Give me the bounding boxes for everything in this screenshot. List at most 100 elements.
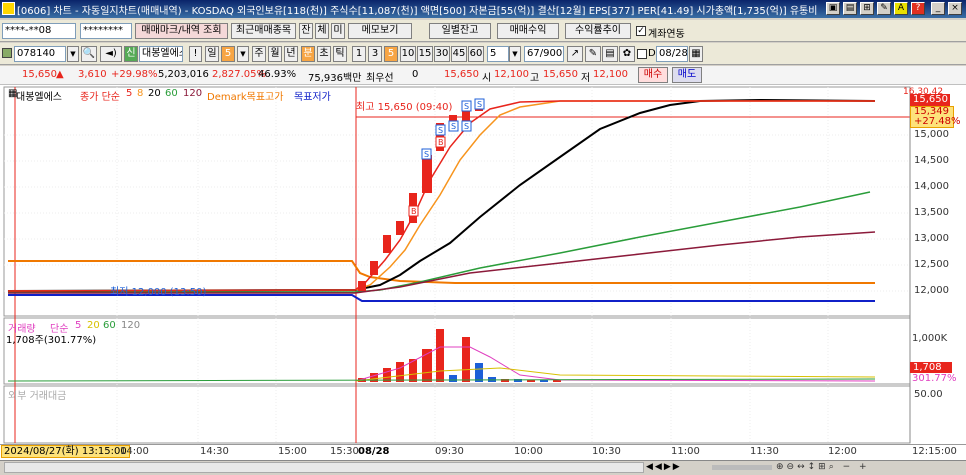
buy-button[interactable]: 매수	[638, 67, 668, 83]
account-link-label: 계좌연동	[648, 29, 685, 40]
minute-button[interactable]: 분	[301, 46, 315, 62]
period-60-button[interactable]: 60	[468, 46, 484, 62]
third-axis-label: 50.00	[914, 389, 943, 400]
horizontal-scrollbar[interactable]	[4, 462, 644, 473]
range-field[interactable]: 67/900	[524, 46, 564, 62]
sell-marker-icon: S	[464, 102, 469, 111]
time-label: 14:00	[120, 446, 149, 457]
memo-button[interactable]: 메모보기	[348, 23, 412, 39]
chart-area[interactable]: B S S B S S S S ▦ 대봉엘에스 종가 단순 5 8 20 60 …	[0, 85, 966, 475]
chart-tool-icons[interactable]: ⊕⊖↔↕⊞⌕ − +	[776, 462, 961, 473]
buy-marker-icon: B	[438, 138, 444, 147]
trade-mark-button[interactable]: 매매마크/내역 조회	[135, 23, 228, 39]
month-button[interactable]: 월	[268, 46, 282, 62]
account-toolbar: ****-**08 ******** 매매마크/내역 조회 최근매매종목 잔 체…	[0, 20, 966, 42]
vol-last-box: 1,708	[910, 362, 952, 373]
quote-bar: 15,650 ▲ 3,610 +29.98% 5,203,016 2,827.0…	[0, 66, 966, 85]
code-dropdown-icon[interactable]: ▼	[67, 46, 79, 62]
day-button[interactable]: 일	[205, 46, 219, 62]
period-5-button[interactable]: 5	[384, 46, 398, 62]
second-button[interactable]: 초	[317, 46, 331, 62]
low-value: 12,100	[593, 69, 628, 80]
volume-value: 5,203,016	[158, 69, 209, 80]
count-dropdown-icon[interactable]: ▼	[509, 46, 521, 62]
ma8-label: 8	[137, 88, 144, 99]
password-field[interactable]: ********	[80, 23, 132, 39]
time-label: 09:30	[435, 446, 464, 457]
period-45-button[interactable]: 45	[451, 46, 467, 62]
bid-value: 0	[412, 69, 419, 80]
ma20-label: 20	[148, 88, 161, 99]
date-checkbox[interactable]	[637, 49, 647, 59]
date-input[interactable]: 08/28	[656, 46, 688, 62]
week-button[interactable]: 주	[252, 46, 266, 62]
balance-button[interactable]: 잔	[299, 23, 313, 39]
open-value: 12,100	[494, 69, 529, 80]
window-print-icon[interactable]: ▤	[843, 2, 857, 15]
daily-balance-button[interactable]: 일별잔고	[429, 23, 491, 39]
buy-marker-icon: B	[411, 207, 417, 216]
window-memo-icon[interactable]: ✎	[877, 2, 891, 15]
period-3-button[interactable]: 3	[368, 46, 382, 62]
save-disk-icon[interactable]: ▤	[602, 46, 618, 62]
sell-button[interactable]: 매도	[672, 67, 702, 83]
period-10-button[interactable]: 10	[400, 46, 416, 62]
window-link-icon[interactable]: ⊞	[860, 2, 874, 15]
axis-label: 13,000	[914, 233, 949, 244]
cursor-time-box: 2024/08/27(화) 13:15:00	[1, 445, 130, 458]
account-select[interactable]: ****-**08	[2, 23, 76, 39]
alert-button[interactable]: !	[189, 46, 202, 62]
candle	[422, 155, 432, 193]
year-button[interactable]: 년	[284, 46, 298, 62]
return-trend-button[interactable]: 수익률추이	[565, 23, 631, 39]
trade-profit-button[interactable]: 매매수익	[497, 23, 559, 39]
tick-button[interactable]: 틱	[333, 46, 347, 62]
wrench-icon[interactable]: ✎	[585, 46, 601, 62]
time-label: 15:00	[278, 446, 307, 457]
account-link-checkbox[interactable]: ✓	[636, 26, 646, 36]
chart-type-icon[interactable]: ↗	[567, 46, 583, 62]
window-help-icon[interactable]: ?	[911, 2, 925, 15]
period-30-button[interactable]: 30	[434, 46, 450, 62]
day-count-button[interactable]: 5	[221, 46, 235, 62]
amount-value: 75,936백만	[308, 73, 362, 84]
app-icon	[2, 2, 15, 15]
menu-icon[interactable]	[2, 48, 12, 58]
time-label: 11:00	[671, 446, 700, 457]
time-label: 12:00	[828, 446, 857, 457]
credit-icon: 신	[124, 46, 138, 62]
search-icon[interactable]: 🔍	[81, 46, 97, 62]
axis-label: 14,000	[914, 181, 949, 192]
gear-icon[interactable]: ✿	[619, 46, 635, 62]
high-label: 고	[530, 73, 540, 84]
sub-price-box: 15,349 +27.48%	[910, 106, 961, 128]
count-select[interactable]: 5	[487, 46, 509, 62]
minimize-icon[interactable]: _	[931, 2, 945, 15]
vol-ma60-label: 60	[103, 320, 116, 331]
last-price-box: 15,650	[910, 94, 950, 106]
calendar-icon[interactable]: ▦	[689, 46, 703, 62]
close-icon[interactable]: ×	[948, 2, 962, 15]
sell-marker-icon: S	[477, 100, 482, 109]
chart-svg[interactable]: B S S B S S S S	[0, 85, 966, 475]
speaker-icon[interactable]: ◄)	[100, 46, 122, 62]
period-15-button[interactable]: 15	[417, 46, 433, 62]
recent-trade-button[interactable]: 최근매매종목	[231, 23, 296, 39]
sell-marker-icon: S	[424, 150, 429, 159]
zoom-slider[interactable]	[712, 465, 772, 470]
third-pane-title: 외부 거래대금	[8, 391, 67, 402]
executed-button[interactable]: 체	[315, 23, 329, 39]
time-label: 14:30	[200, 446, 229, 457]
hi-lo-value: 15,650	[444, 69, 479, 80]
playback-controls[interactable]: ◀◀▶▶	[646, 462, 708, 473]
window-edit-icon[interactable]: A	[894, 2, 908, 15]
unexecuted-button[interactable]: 미	[331, 23, 345, 39]
period-1-button[interactable]: 1	[352, 46, 366, 62]
window-save-icon[interactable]: ▣	[826, 2, 840, 15]
axis-label: 13,500	[914, 207, 949, 218]
axis-label: 14,500	[914, 155, 949, 166]
window-title: [0606] 차트 - 자동일지차트(매매내역) - KOSDAQ 외국인보유[…	[17, 6, 817, 17]
axis-label: 12,500	[914, 259, 949, 270]
day-dropdown-icon[interactable]: ▼	[237, 46, 249, 62]
stock-code-input[interactable]: 078140	[14, 46, 66, 62]
